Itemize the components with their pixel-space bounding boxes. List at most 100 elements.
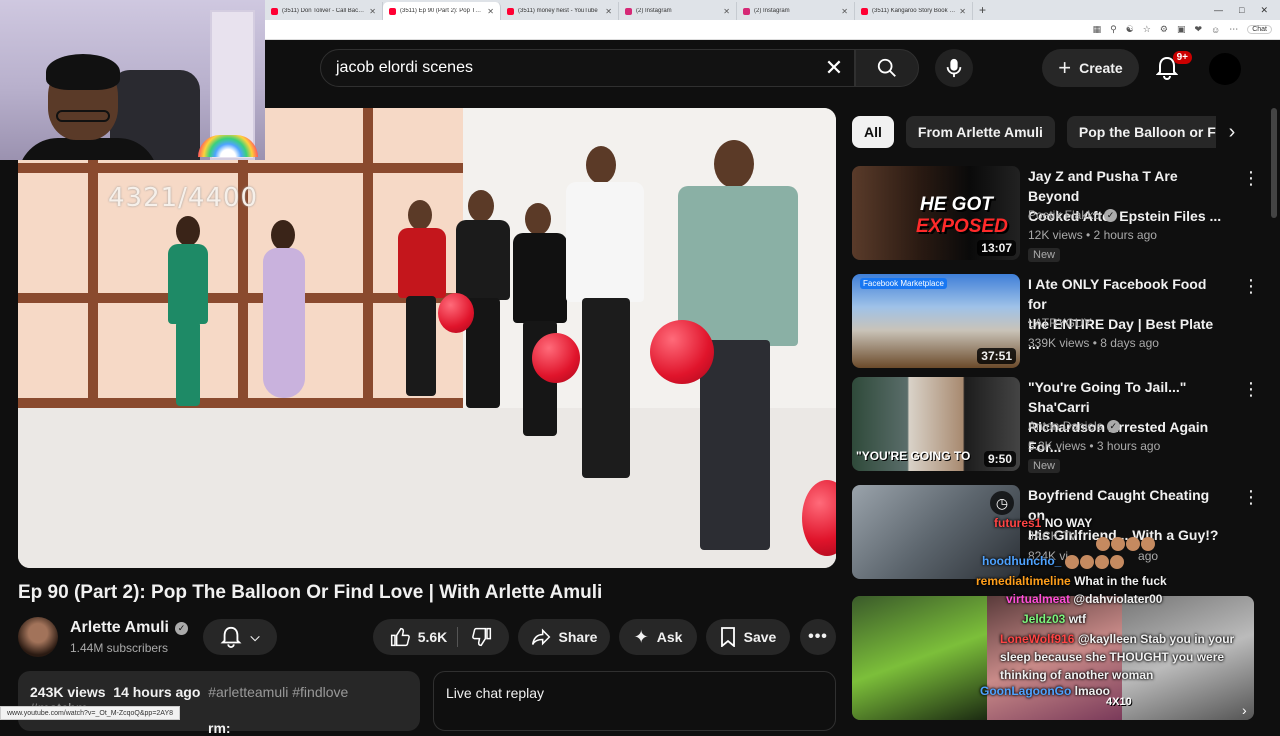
share-button[interactable]: Share <box>518 619 610 655</box>
new-badge: New <box>1028 459 1061 473</box>
recommendation-item[interactable]: Facebook Marketplace 37:51 I Ate ONLY Fa… <box>852 274 1262 370</box>
maximize-icon[interactable]: □ <box>1239 5 1244 16</box>
video-thumbnail[interactable]: HE GOT EXPOSED 13:07 <box>852 166 1020 260</box>
notifications-button[interactable]: 9+ <box>1152 51 1192 83</box>
close-tab-icon[interactable]: ✕ <box>369 7 376 16</box>
tab-title: (2) Instagram <box>754 8 790 14</box>
close-tab-icon[interactable]: ✕ <box>841 7 848 16</box>
clear-search-icon[interactable]: ✕ <box>814 55 854 81</box>
favorites-icon[interactable]: ❤ <box>1194 24 1202 35</box>
close-tab-icon[interactable]: ✕ <box>959 7 966 16</box>
chips-next-button[interactable]: › <box>1216 116 1248 148</box>
chip-pop-the-balloon[interactable]: Pop the Balloon or Fin <box>1066 116 1241 148</box>
red-balloon <box>650 320 714 384</box>
profile-icon[interactable]: ☺ <box>1211 25 1220 35</box>
recommendation-item[interactable]: HE GOT EXPOSED 13:07 Jay Z and Pusha T A… <box>852 166 1262 262</box>
page-scrollbar[interactable] <box>1271 108 1277 218</box>
chat-emotes <box>1096 536 1156 551</box>
browser-tab[interactable]: (3511) Don Toliver - Call Back (Off ✕ <box>265 2 383 20</box>
more-actions-button[interactable]: ••• <box>800 619 836 655</box>
create-button[interactable]: + Create <box>1042 49 1139 87</box>
save-button[interactable]: Save <box>706 619 790 655</box>
browser-tab[interactable]: (3511) Kangaroo Story Book 'The ✕ <box>855 2 973 20</box>
recommendation-chips: All From Arlette Amuli Pop the Balloon o… <box>852 116 1241 148</box>
chip-from-channel[interactable]: From Arlette Amuli <box>905 116 1055 148</box>
ask-label: Ask <box>656 629 683 645</box>
new-tab-button[interactable]: + <box>973 3 992 17</box>
star-icon[interactable]: ☆ <box>1143 24 1151 35</box>
save-label: Save <box>743 629 777 645</box>
tab-favicon-icon <box>861 7 868 15</box>
tab-favicon-icon <box>625 7 632 15</box>
browser-tab[interactable]: (2) Instagram ✕ <box>737 2 855 20</box>
more-horizontal-icon: ••• <box>808 628 828 645</box>
grid-icon[interactable]: ▦ <box>1093 24 1102 35</box>
recommendation-item[interactable]: "YOU'RE GOING TO 9:50 "You're Going To J… <box>852 377 1262 473</box>
close-window-icon[interactable]: ✕ <box>1260 5 1268 16</box>
chat-username: Jeldz03 <box>1022 612 1066 626</box>
new-badge: New <box>1028 248 1061 262</box>
channel-avatar[interactable] <box>18 617 58 657</box>
share-arrow-icon <box>531 628 550 646</box>
live-chat-replay-label: Live chat replay <box>446 685 545 701</box>
menu-dots-icon[interactable]: ⋯ <box>1229 24 1238 35</box>
ask-button[interactable]: ✦ Ask <box>619 619 697 655</box>
more-vertical-icon[interactable]: ⋮ <box>1242 487 1260 508</box>
close-tab-icon[interactable]: ✕ <box>723 7 730 16</box>
recommendation-channel[interactable]: LATRYGUY <box>1028 316 1092 330</box>
search-input[interactable]: jacob elordi scenes ✕ <box>320 49 855 87</box>
more-vertical-icon[interactable]: ⋮ <box>1242 168 1260 189</box>
chat-username: futures1 <box>994 516 1042 530</box>
subscribed-notifications-button[interactable]: ⌵ <box>203 619 277 655</box>
collections-icon[interactable]: ▣ <box>1177 24 1186 35</box>
browser-tab[interactable]: (2) Instagram ✕ <box>619 2 737 20</box>
close-tab-icon[interactable]: ✕ <box>605 7 612 16</box>
youtube-header: jacob elordi scenes ✕ + Create 9+ <box>265 41 1280 97</box>
translate-icon[interactable]: ☯ <box>1126 24 1134 35</box>
red-balloon <box>438 293 474 333</box>
window-controls: — □ ✕ <box>1214 5 1280 16</box>
tab-title: (3511) Kangaroo Story Book 'The <box>872 8 956 14</box>
extensions-icon[interactable]: ⚙ <box>1160 24 1168 35</box>
description-box[interactable]: 243K views 14 hours ago #arletteamuli #f… <box>18 671 420 736</box>
recommendation-channel[interactable]: Anton Daniels ✓ <box>1028 419 1120 433</box>
thumbnail-text: HE GOT <box>920 194 993 215</box>
duration-badge: 13:07 <box>977 240 1016 256</box>
video-thumbnail[interactable]: "YOU'RE GOING TO 9:50 <box>852 377 1020 471</box>
notification-badge: 9+ <box>1172 51 1192 64</box>
close-tab-icon[interactable]: ✕ <box>487 7 494 16</box>
subscriber-count: 1.44M subscribers <box>70 641 169 655</box>
recommendation-channel[interactable]: Poetik Flakko ✓ <box>1028 208 1118 222</box>
search-button[interactable] <box>855 49 919 87</box>
dislike-button[interactable] <box>458 627 492 647</box>
channel-name-text[interactable]: Arlette Amuli <box>70 619 169 637</box>
video-player[interactable]: 4321/4400 <box>18 108 836 568</box>
chip-all[interactable]: All <box>852 116 894 148</box>
copilot-chat-button[interactable]: Chat <box>1247 25 1272 34</box>
red-balloon <box>532 333 580 383</box>
search-query[interactable]: jacob elordi scenes <box>336 59 814 77</box>
channel-name[interactable]: Arlette Amuli ✓ <box>70 619 188 637</box>
video-thumbnail[interactable]: Facebook Marketplace 37:51 <box>852 274 1020 368</box>
webcam-rainbow-pillow <box>198 135 258 157</box>
watch-later-icon[interactable]: ◷ <box>990 491 1014 515</box>
chat-username: GoonLagoonGo <box>980 684 1072 698</box>
voice-search-button[interactable] <box>935 49 973 87</box>
chat-message: GoonLagoonGo lmaoo <box>980 684 1110 698</box>
more-vertical-icon[interactable]: ⋮ <box>1242 276 1260 297</box>
more-vertical-icon[interactable]: ⋮ <box>1242 379 1260 400</box>
thumbnail-text: "YOU'RE GOING TO <box>856 449 971 463</box>
chevron-right-icon[interactable]: › <box>1242 702 1247 718</box>
recommendation-channel[interactable]: JACK TV <box>1028 529 1077 543</box>
create-label: Create <box>1079 60 1123 76</box>
zoom-icon[interactable]: ⚲ <box>1110 24 1117 35</box>
account-avatar[interactable] <box>1209 53 1241 85</box>
browser-tab[interactable]: (3511) Ep 90 (Part 2): Pop The Ball ✕ <box>383 2 501 20</box>
like-button[interactable]: 5.6K <box>390 627 459 647</box>
recommendation-meta: 5.3K views • 3 hours ago <box>1028 439 1161 453</box>
browser-tab[interactable]: (3511) money heist - YouTube ✕ <box>501 2 619 20</box>
verified-check-icon: ✓ <box>1104 208 1118 222</box>
live-chat-replay-panel[interactable]: Live chat replay <box>433 671 836 731</box>
like-dislike-group: 5.6K <box>373 619 509 655</box>
minimize-icon[interactable]: — <box>1214 5 1223 16</box>
